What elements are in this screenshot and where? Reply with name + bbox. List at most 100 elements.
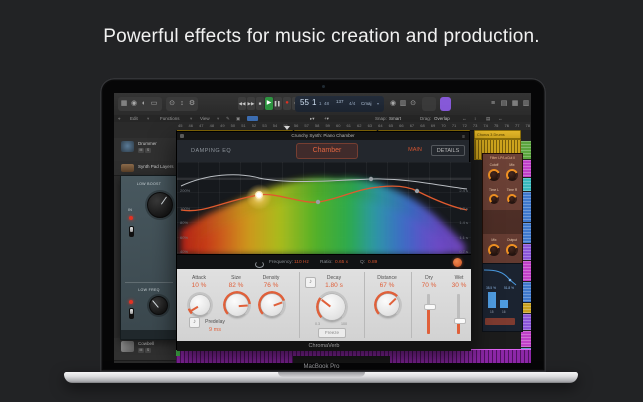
lcd-time-signature[interactable]: 4/4: [349, 101, 355, 106]
mixer-icon[interactable]: ◉: [129, 98, 139, 110]
active-tool-chip[interactable]: [247, 116, 258, 121]
low-freq-selector-knob[interactable]: [149, 296, 168, 315]
list-editors-icon[interactable]: ≡: [488, 98, 498, 110]
drag-value[interactable]: Overlap: [434, 115, 450, 122]
plugin-window-titlebar[interactable]: Crunchy Synth: Piano Chamber ≡: [177, 132, 469, 140]
track-row-drummer[interactable]: Drummer MS: [114, 138, 176, 162]
menu-functions[interactable]: Functions: [160, 115, 180, 122]
record-button[interactable]: ●: [283, 97, 291, 110]
tuner-icon[interactable]: ⊙: [408, 98, 418, 110]
mute-button[interactable]: M: [138, 148, 144, 153]
tab-details[interactable]: DETAILS: [431, 145, 465, 156]
damping-eq-graph[interactable]: 200% 100% 80% 60% 40% 20% 2.4 s 1.8 s 1.…: [177, 162, 471, 254]
eq-node[interactable]: [316, 200, 320, 204]
lcd-key-caret-icon[interactable]: ▾: [377, 101, 379, 106]
solo-button[interactable]: S: [145, 348, 151, 353]
mix2-knob[interactable]: [488, 244, 500, 256]
decay-knob[interactable]: [318, 293, 346, 321]
lcd-key[interactable]: Cmaj: [361, 101, 372, 106]
add-mode-icon[interactable]: +▾: [324, 115, 329, 122]
apple-loops-icon[interactable]: ▦: [510, 98, 520, 110]
time-r-knob[interactable]: [507, 194, 517, 204]
in-toggle[interactable]: [129, 226, 134, 237]
pause-button[interactable]: ▌▌: [274, 97, 282, 110]
decay-value[interactable]: 1.80 s: [314, 282, 354, 289]
time-l-knob[interactable]: [489, 194, 499, 204]
stop-button[interactable]: ■: [256, 97, 264, 110]
library-icon[interactable]: ▦: [119, 98, 129, 110]
pointer-mode-icon[interactable]: ▸▾: [310, 115, 315, 122]
decay-node[interactable]: [369, 177, 373, 181]
note-pads-icon[interactable]: ▤: [499, 98, 509, 110]
predelay-value[interactable]: 9 ms: [195, 327, 235, 333]
eq-curves: [177, 162, 471, 254]
ruler-tick: 60: [336, 122, 340, 130]
lcd-bar[interactable]: 55: [300, 98, 309, 107]
browser-icon[interactable]: ↕: [177, 98, 187, 110]
attack-value[interactable]: 10 %: [179, 282, 219, 289]
ratio-value[interactable]: 0.65 x: [335, 260, 348, 265]
distance-value[interactable]: 67 %: [367, 282, 407, 289]
attack-knob[interactable]: [189, 294, 211, 316]
eq-node[interactable]: [415, 189, 419, 193]
density-value[interactable]: 76 %: [251, 282, 291, 289]
dry-slider-handle[interactable]: [424, 304, 436, 310]
lcd-tempo[interactable]: 137: [336, 99, 344, 104]
media-browser-icon[interactable]: ▥: [521, 98, 531, 110]
snap-value[interactable]: Smart: [389, 115, 401, 122]
preset-selector[interactable]: Chamber: [296, 143, 358, 159]
scissors-icon[interactable]: ⚙: [187, 98, 197, 110]
size-value[interactable]: 82 %: [216, 282, 256, 289]
count-in-icon[interactable]: ◉: [388, 98, 398, 110]
forward-button[interactable]: ▶▶: [247, 97, 255, 110]
editors-icon[interactable]: ◐: [139, 98, 149, 110]
play-button[interactable]: ▶: [265, 97, 273, 110]
smart-controls-icon[interactable]: ▭: [149, 98, 159, 110]
region-chorus3[interactable]: Chorus 3 Drums: [474, 130, 521, 139]
marquee-tool-icon[interactable]: ▣: [236, 115, 240, 122]
cutoff-knob[interactable]: [488, 169, 500, 181]
close-icon[interactable]: [180, 134, 184, 138]
menu-view[interactable]: View: [200, 115, 210, 122]
size-knob[interactable]: [225, 293, 249, 317]
metronome-icon[interactable]: ▥: [398, 98, 408, 110]
distance-knob[interactable]: [376, 293, 400, 317]
zoom-preset-icon[interactable]: ▤: [486, 115, 490, 122]
track-row-synth[interactable]: Synth Pad Layers: [114, 161, 176, 176]
output-knob[interactable]: [506, 244, 518, 256]
hold-icon[interactable]: [255, 261, 264, 268]
tab-main[interactable]: MAIN: [401, 145, 429, 156]
loops-icon[interactable]: ⊙: [167, 98, 177, 110]
frequency-value[interactable]: 110 Hz: [294, 260, 309, 265]
logic-toolbar: ▦ ◉ ◐ ▭ ⊙ ↕ ⚙ ◀◀ ▶▶ ■ ▶ ▌▌ ● ↻ 55 1 1 48…: [114, 93, 531, 116]
dry-slider[interactable]: [427, 294, 430, 334]
pointer-tool-icon[interactable]: ⌖: [118, 115, 121, 122]
lcd-display[interactable]: 55 1 1 48 137 4/4 Cmaj ▾: [295, 96, 384, 112]
mix-knob[interactable]: [506, 169, 518, 181]
h-zoom-icon[interactable]: ↔: [462, 115, 467, 122]
lcd-tick[interactable]: 48: [324, 101, 329, 106]
pencil-tool-icon[interactable]: ✎: [226, 115, 230, 122]
lcd-division[interactable]: 1: [319, 101, 322, 106]
wet-slider-handle[interactable]: [454, 318, 466, 324]
wet-value[interactable]: 30 %: [439, 282, 479, 289]
selected-eq-node[interactable]: [256, 192, 263, 199]
menu-edit[interactable]: Edit: [130, 115, 138, 122]
functions-caret-icon: ▾: [190, 115, 192, 122]
solo-button[interactable]: S: [145, 148, 151, 153]
low-freq-toggle[interactable]: [129, 308, 134, 319]
v-zoom-icon[interactable]: ↕: [474, 115, 476, 122]
midi-plugin-button[interactable]: [440, 97, 451, 111]
rewind-button[interactable]: ◀◀: [238, 97, 246, 110]
clip-magenta[interactable]: [521, 331, 531, 347]
mute-button[interactable]: M: [138, 348, 144, 353]
wet-slider[interactable]: [457, 294, 460, 334]
low-boost-knob[interactable]: [147, 192, 173, 218]
zoom-more-icon[interactable]: ↔: [498, 115, 503, 122]
freeze-button[interactable]: Freeze: [318, 328, 346, 338]
density-knob[interactable]: [260, 293, 284, 317]
q-value[interactable]: 0.89: [368, 260, 377, 265]
track-row-cowbell[interactable]: Cowbell MS: [114, 338, 176, 361]
lcd-beat[interactable]: 1: [312, 98, 316, 107]
analyzer-toggle-button[interactable]: [453, 258, 462, 267]
